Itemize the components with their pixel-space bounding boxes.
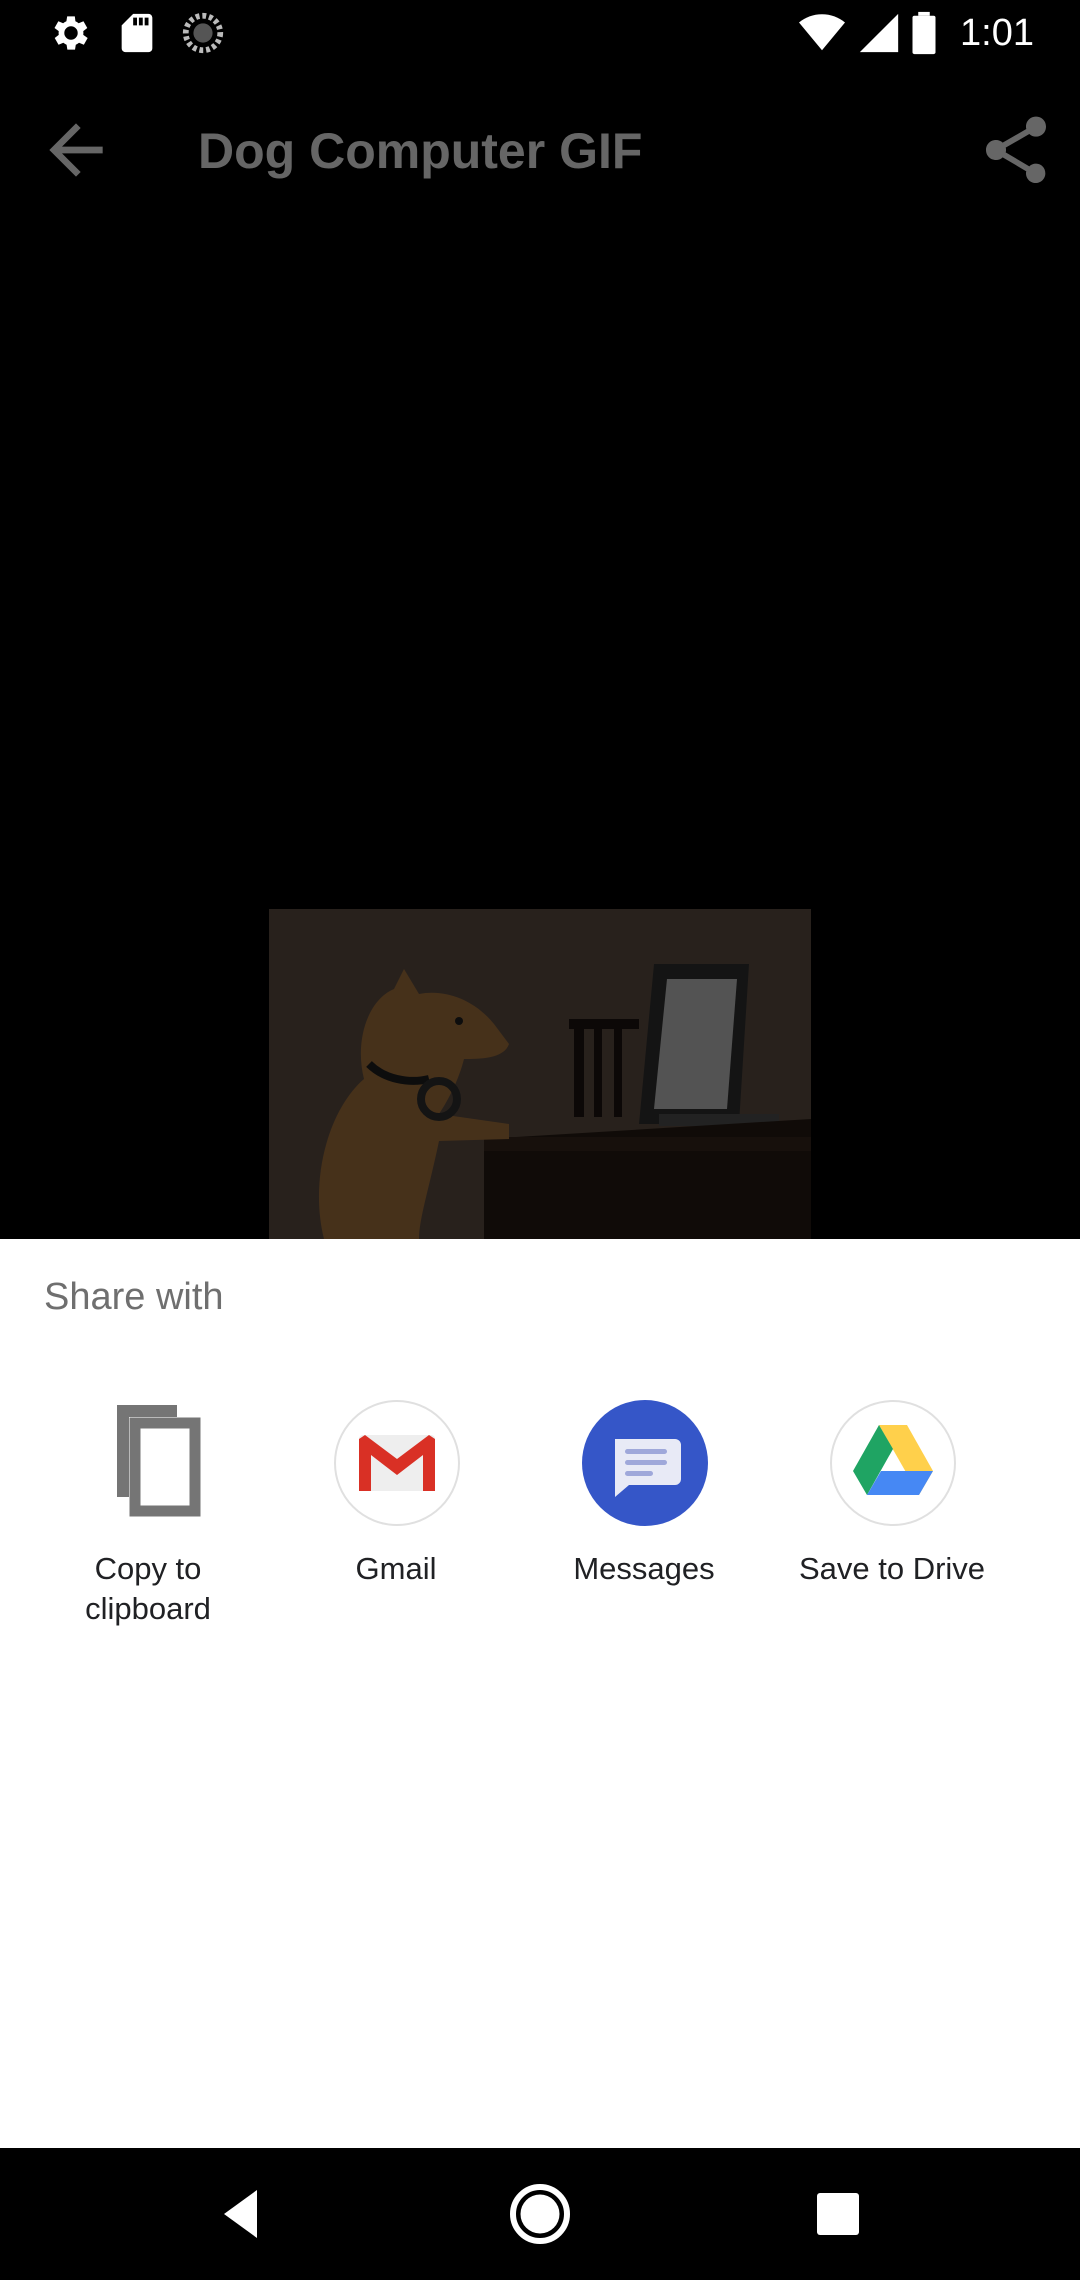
share-target-drive[interactable]: Save to Drive (768, 1399, 1016, 1659)
share-icon[interactable] (976, 110, 1056, 190)
signal-icon (859, 13, 899, 53)
wifi-icon (799, 14, 845, 51)
status-bar: 1:01 (0, 0, 1080, 66)
battery-icon (912, 11, 936, 55)
home-circle-icon[interactable] (504, 2178, 576, 2250)
dog-computer-image (269, 909, 811, 1239)
share-target-copy[interactable]: Copy to clipboard (24, 1399, 272, 1659)
share-sheet: Share with Copy to clipboard Gmail Messa… (0, 1239, 1080, 2148)
share-target-gmail[interactable]: Gmail (272, 1399, 520, 1659)
share-target-label: Gmail (355, 1551, 437, 1586)
sd-card-icon (121, 13, 153, 53)
gif-preview[interactable] (269, 909, 811, 1239)
drive-icon (830, 1400, 956, 1526)
page-title: Dog Computer GIF (198, 123, 643, 179)
share-sheet-title: Share with (44, 1276, 224, 1318)
share-targets: Copy to clipboard Gmail Messages Save to… (0, 1399, 1080, 1659)
app-bar: Dog Computer GIF (0, 66, 1080, 220)
share-target-label: Save to Drive (798, 1551, 986, 1586)
gmail-icon (334, 1400, 460, 1526)
navigation-bar (0, 2148, 1080, 2280)
back-triangle-icon[interactable] (206, 2178, 278, 2250)
share-target-messages[interactable]: Messages (520, 1399, 768, 1659)
arrow-back-icon[interactable] (36, 110, 116, 190)
copy-icon (117, 1405, 201, 1517)
sync-circle-icon (182, 12, 224, 54)
status-time: 1:01 (960, 12, 1034, 54)
share-target-label: Messages (573, 1551, 715, 1586)
settings-icon (54, 16, 88, 50)
messages-icon (582, 1400, 708, 1526)
share-target-label: Copy to clipboard (85, 1551, 211, 1626)
recents-square-icon[interactable] (802, 2178, 874, 2250)
